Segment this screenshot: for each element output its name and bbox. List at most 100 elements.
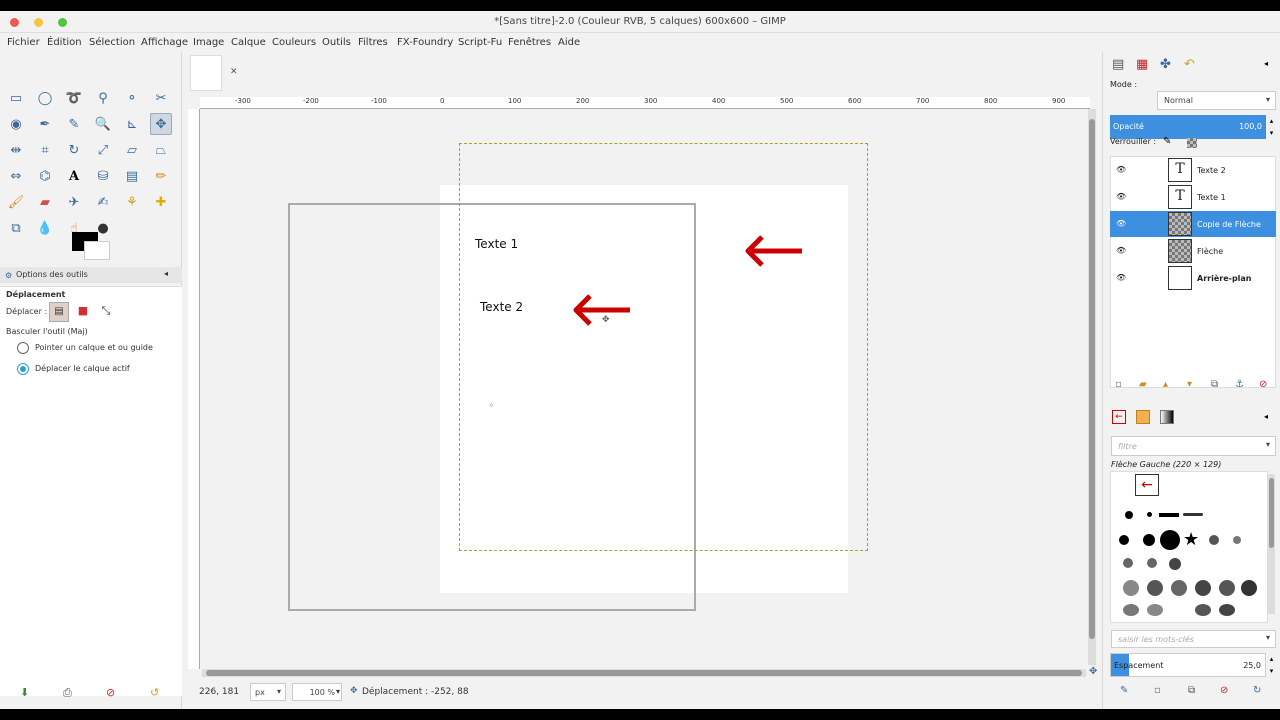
brush-grid[interactable]: ← ★ <box>1110 471 1268 623</box>
brush-swatch[interactable] <box>1147 604 1163 616</box>
spacing-slider[interactable]: Espacement 25,0 <box>1110 653 1266 677</box>
move-active-layer-radio[interactable] <box>17 363 29 375</box>
menu-selection[interactable]: Sélection <box>89 37 135 48</box>
rect-select-tool-icon[interactable]: ▭ <box>5 87 27 109</box>
bucket-fill-tool-icon[interactable]: ⛁ <box>92 165 114 187</box>
brush-swatch[interactable] <box>1219 604 1235 616</box>
canvas-text-1[interactable]: Texte 1 <box>475 237 518 251</box>
brush-swatch[interactable] <box>1209 535 1219 545</box>
gradients-tab-icon[interactable] <box>1160 410 1174 424</box>
layer-row-arriere-plan[interactable]: 👁 Arrière-plan <box>1110 265 1276 291</box>
layer-row-texte-2[interactable]: 👁 T Texte 2 <box>1110 157 1276 183</box>
panel-menu-icon[interactable]: ◂ <box>1264 59 1268 68</box>
blend-tool-icon[interactable]: ▤ <box>121 165 143 187</box>
brush-tags-input[interactable]: saisir les mots-clés ▾ <box>1111 630 1276 648</box>
move-path-mode-icon[interactable]: ⤡ <box>96 302 116 322</box>
lasso-tool-icon[interactable]: ➰ <box>63 87 85 109</box>
refresh-brushes-icon[interactable]: ↻ <box>1253 685 1261 696</box>
brush-swatch[interactable] <box>1125 511 1133 519</box>
opacity-stepper[interactable]: ▴ ▾ <box>1267 115 1276 139</box>
vertical-ruler[interactable] <box>188 109 200 669</box>
move-selection-mode-icon[interactable]: ■ <box>73 302 93 322</box>
menu-outils[interactable]: Outils <box>322 37 351 48</box>
new-layer-icon[interactable]: ▫ <box>1115 379 1122 390</box>
brush-swatch[interactable] <box>1159 513 1179 517</box>
eye-icon[interactable]: 👁 <box>1116 165 1126 174</box>
scale-tool-icon[interactable]: ⤢ <box>92 139 114 161</box>
horizontal-scrollbar[interactable] <box>202 669 1086 677</box>
foreground-select-tool-icon[interactable]: ◉ <box>5 113 27 135</box>
brush-swatch[interactable] <box>1241 580 1257 596</box>
unit-select[interactable]: px ▾ <box>250 683 286 701</box>
brush-swatch[interactable] <box>1183 513 1203 516</box>
patterns-tab-icon[interactable] <box>1136 410 1150 424</box>
menu-calque[interactable]: Calque <box>231 37 266 48</box>
panel-menu-icon[interactable]: ◂ <box>1264 412 1268 421</box>
color-select-tool-icon[interactable]: ⚬ <box>121 87 143 109</box>
navigate-icon[interactable]: ✥ <box>1089 666 1097 677</box>
brush-swatch[interactable] <box>1219 580 1235 596</box>
undo-history-tab-icon[interactable]: ↶ <box>1184 57 1195 72</box>
color-picker-tool-icon[interactable]: ✎ <box>63 113 85 135</box>
paths-tool-icon[interactable]: ✒ <box>34 113 56 135</box>
edit-brush-icon[interactable]: ✎ <box>1120 685 1128 696</box>
scissors-tool-icon[interactable]: ✂ <box>150 87 172 109</box>
menu-script-fu[interactable]: Script-Fu <box>458 37 502 48</box>
new-layer-group-icon[interactable]: ▰ <box>1139 379 1147 390</box>
text-tool-icon[interactable]: A <box>63 165 85 187</box>
move-tool-icon[interactable]: ✥ <box>150 113 172 135</box>
paintbrush-tool-icon[interactable]: 🖌 <box>5 191 27 213</box>
menu-image[interactable]: Image <box>193 37 224 48</box>
eye-icon[interactable]: 👁 <box>1116 219 1126 228</box>
flip-tool-icon[interactable]: ⇔ <box>5 165 27 187</box>
canvas-text-2[interactable]: Texte 2 <box>480 300 523 314</box>
menu-filtres[interactable]: Filtres <box>358 37 388 48</box>
image-thumbnail-tab[interactable] <box>190 55 222 91</box>
arrow-layer-icon[interactable] <box>742 233 806 269</box>
brush-swatch[interactable] <box>1119 535 1129 545</box>
star-brush-icon[interactable]: ★ <box>1183 530 1199 550</box>
brush-swatch[interactable] <box>1160 530 1180 550</box>
eye-icon[interactable]: 👁 <box>1116 192 1126 201</box>
brush-swatch[interactable] <box>1123 580 1139 596</box>
layer-row-fleche[interactable]: 👁 Flèche <box>1110 238 1276 264</box>
brush-swatch[interactable] <box>1123 558 1133 568</box>
blur-tool-icon[interactable]: 💧 <box>34 217 56 239</box>
delete-layer-icon[interactable]: ⊘ <box>1259 379 1267 390</box>
menu-edition[interactable]: Édition <box>47 37 82 48</box>
lower-layer-icon[interactable]: ▾ <box>1187 379 1192 390</box>
channels-tab-icon[interactable]: ▦ <box>1136 57 1148 72</box>
reset-options-icon[interactable]: ↺ <box>150 686 159 699</box>
pick-layer-radio[interactable] <box>17 342 29 354</box>
tool-options-tab[interactable]: ⚙ Options des outils ◂ <box>0 267 182 283</box>
chevron-down-icon[interactable]: ▾ <box>336 687 340 696</box>
restore-options-icon[interactable]: ⎙ <box>63 686 72 700</box>
brush-swatch[interactable] <box>1147 558 1157 568</box>
save-options-icon[interactable]: ⬇ <box>20 686 29 699</box>
zoom-tool-icon[interactable]: 🔍 <box>92 113 114 135</box>
canvas-viewport[interactable]: Texte 1 Texte 2 ✧ ✥ <box>200 109 1090 669</box>
delete-options-icon[interactable]: ⊘ <box>106 686 115 699</box>
brush-filter-input[interactable]: filtre ▾ <box>1111 436 1276 456</box>
brush-swatch[interactable] <box>1143 534 1155 546</box>
pencil-tool-icon[interactable]: ✏ <box>150 165 172 187</box>
brush-swatch[interactable] <box>1169 558 1181 570</box>
align-tool-icon[interactable]: ⇹ <box>5 139 27 161</box>
ellipse-select-tool-icon[interactable]: ◯ <box>34 87 56 109</box>
layers-tab-icon[interactable]: ▤ <box>1112 57 1124 72</box>
duplicate-layer-icon[interactable]: ⧉ <box>1211 379 1218 390</box>
menu-fx-foundry[interactable]: FX-Foundry <box>397 37 453 48</box>
measure-tool-icon[interactable]: ⊾ <box>121 113 143 135</box>
background-color-swatch[interactable] <box>84 241 110 260</box>
brush-swatch[interactable] <box>1147 512 1152 517</box>
panel-menu-icon[interactable]: ◂ <box>164 269 168 278</box>
eye-icon[interactable]: 👁 <box>1116 273 1126 282</box>
brush-swatch[interactable] <box>1123 604 1139 616</box>
crop-tool-icon[interactable]: ⌗ <box>34 139 56 161</box>
menu-affichage[interactable]: Affichage <box>141 37 188 48</box>
ink-tool-icon[interactable]: ✍ <box>92 191 114 213</box>
move-layer-mode-icon[interactable]: ▤ <box>49 302 69 322</box>
duplicate-brush-icon[interactable]: ⧉ <box>1188 685 1195 696</box>
opacity-slider[interactable]: Opacité 100,0 <box>1110 115 1266 139</box>
clone-tool-icon[interactable]: ⚘ <box>121 191 143 213</box>
